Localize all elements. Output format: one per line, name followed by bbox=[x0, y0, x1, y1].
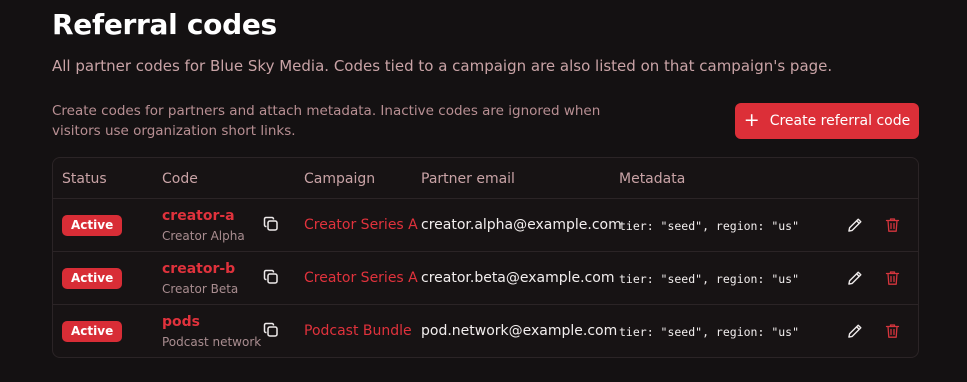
table-row: Active pods Podcast network Podcast Bund… bbox=[53, 305, 918, 357]
copy-icon[interactable] bbox=[263, 216, 279, 232]
code-link[interactable]: creator-a bbox=[162, 208, 235, 224]
metadata-value: tier: "seed", region: "us" bbox=[619, 272, 800, 286]
page-subtitle: All partner codes for Blue Sky Media. Co… bbox=[52, 57, 833, 75]
table-row: Active creator-b Creator Beta Creator Se… bbox=[53, 252, 918, 305]
partner-email: creator.alpha@example.com bbox=[421, 217, 622, 233]
edit-pencil-icon[interactable] bbox=[847, 217, 863, 233]
partner-email: pod.network@example.com bbox=[421, 323, 618, 339]
trash-icon[interactable] bbox=[885, 270, 900, 286]
column-header-status: Status bbox=[62, 171, 107, 187]
trash-icon[interactable] bbox=[885, 217, 900, 233]
column-header-partner-email: Partner email bbox=[421, 171, 515, 187]
copy-icon[interactable] bbox=[263, 269, 279, 285]
column-header-metadata: Metadata bbox=[619, 171, 686, 187]
create-referral-code-button[interactable]: + Create referral code bbox=[735, 103, 919, 139]
code-name: Creator Beta bbox=[162, 282, 239, 296]
code-link[interactable]: creator-b bbox=[162, 261, 235, 277]
campaign-link[interactable]: Creator Series A bbox=[304, 270, 418, 286]
column-header-campaign: Campaign bbox=[304, 171, 376, 187]
page-title: Referral codes bbox=[52, 8, 277, 41]
helper-text: Create codes for partners and attach met… bbox=[52, 103, 601, 139]
code-link[interactable]: pods bbox=[162, 314, 200, 330]
table-row: Active creator-a Creator Alpha Creator S… bbox=[53, 199, 918, 252]
code-name: Podcast network bbox=[162, 335, 262, 349]
plus-icon: + bbox=[743, 108, 760, 131]
table-header: Status Code Campaign Partner email Metad… bbox=[53, 158, 918, 199]
trash-icon[interactable] bbox=[885, 323, 900, 339]
edit-pencil-icon[interactable] bbox=[847, 270, 863, 286]
status-badge: Active bbox=[62, 321, 123, 342]
metadata-value: tier: "seed", region: "us" bbox=[619, 219, 800, 233]
campaign-link[interactable]: Creator Series A bbox=[304, 217, 418, 233]
partner-email: creator.beta@example.com bbox=[421, 270, 615, 286]
metadata-value: tier: "seed", region: "us" bbox=[619, 325, 800, 339]
edit-pencil-icon[interactable] bbox=[847, 323, 863, 339]
code-name: Creator Alpha bbox=[162, 229, 245, 243]
create-referral-code-label: Create referral code bbox=[769, 113, 911, 129]
referral-codes-page: Referral codes All partner codes for Blu… bbox=[0, 0, 967, 382]
referral-codes-table: Status Code Campaign Partner email Metad… bbox=[52, 157, 919, 358]
status-badge: Active bbox=[62, 268, 123, 289]
column-header-code: Code bbox=[162, 171, 198, 187]
status-badge: Active bbox=[62, 215, 123, 236]
copy-icon[interactable] bbox=[263, 322, 279, 338]
campaign-link[interactable]: Podcast Bundle bbox=[304, 323, 412, 339]
